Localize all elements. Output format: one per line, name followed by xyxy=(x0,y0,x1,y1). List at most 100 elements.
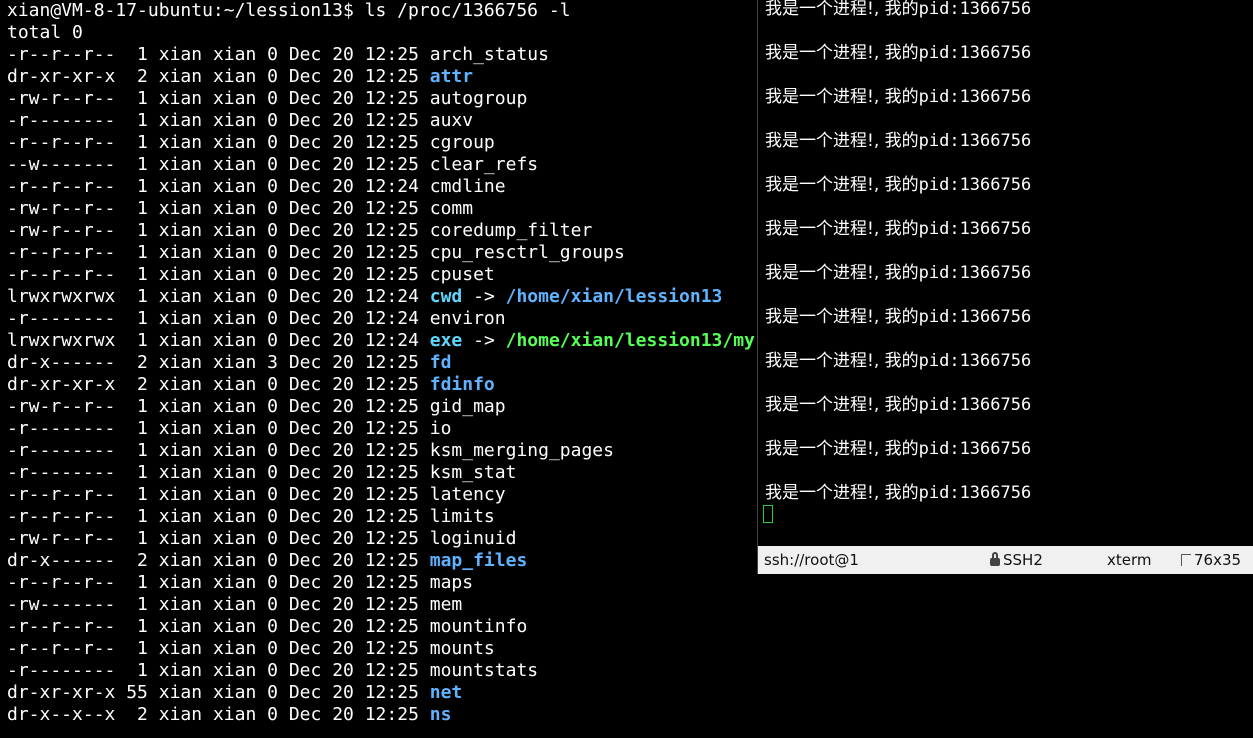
entry-name: cgroup xyxy=(429,132,495,153)
protocol-indicator: SSH2 xyxy=(990,546,1070,574)
owner: xian xyxy=(158,286,203,307)
listing-row: -r-------- 1 xian xian 0 Dec 20 12:25 au… xyxy=(7,110,473,132)
terminal-size-label: 76x35 xyxy=(1194,551,1242,569)
link-count: 2 xyxy=(126,704,148,725)
permissions: dr-xr-xr-x xyxy=(7,66,116,87)
size: 0 xyxy=(267,638,278,659)
entry-name: fd xyxy=(429,352,452,373)
link-count: 1 xyxy=(126,440,148,461)
permissions: lrwxrwxrwx xyxy=(7,330,116,351)
listing-row: -rw------- 1 xian xian 0 Dec 20 12:25 me… xyxy=(7,594,462,616)
size: 0 xyxy=(267,396,278,417)
listing-row: -r-------- 1 xian xian 0 Dec 20 12:24 en… xyxy=(7,308,506,330)
permissions: -r-------- xyxy=(7,110,116,131)
owner: xian xyxy=(158,462,203,483)
date: Dec 20 xyxy=(288,220,354,241)
entry-name: arch_status xyxy=(429,44,549,65)
group: xian xyxy=(212,572,257,593)
size: 0 xyxy=(267,418,278,439)
output-text: 我是一个进程!, 我的 xyxy=(765,263,919,283)
permissions: -rw-r--r-- xyxy=(7,396,116,417)
lock-icon xyxy=(990,552,1000,566)
listing-row: -r--r--r-- 1 xian xian 0 Dec 20 12:25 ma… xyxy=(7,572,473,594)
size: 0 xyxy=(267,374,278,395)
listing-row: dr-x------ 2 xian xian 0 Dec 20 12:25 ma… xyxy=(7,550,527,572)
group: xian xyxy=(212,704,257,725)
owner: xian xyxy=(158,264,203,285)
link-target: /home/xian/lession13/my xyxy=(505,330,755,351)
permissions: dr-xr-xr-x xyxy=(7,374,116,395)
permissions: -rw-r--r-- xyxy=(7,220,116,241)
owner: xian xyxy=(158,66,203,87)
listing-row: -r--r--r-- 1 xian xian 0 Dec 20 12:25 la… xyxy=(7,484,506,506)
entry-name: loginuid xyxy=(429,528,517,549)
listing-row: -r--r--r-- 1 xian xian 0 Dec 20 12:25 ar… xyxy=(7,44,549,66)
permissions: dr-x--x--x xyxy=(7,704,116,725)
owner: xian xyxy=(158,198,203,219)
size: 0 xyxy=(267,594,278,615)
output-text: 我是一个进程!, 我的 xyxy=(765,395,919,415)
output-text: 我是一个进程!, 我的 xyxy=(765,483,919,503)
owner: xian xyxy=(158,88,203,109)
time: 12:25 xyxy=(364,154,419,175)
group: xian xyxy=(212,396,257,417)
size: 0 xyxy=(267,484,278,505)
permissions: -r--r--r-- xyxy=(7,638,116,659)
output-text: 我是一个进程!, 我的 xyxy=(765,307,919,327)
size: 0 xyxy=(267,88,278,109)
link-count: 1 xyxy=(126,396,148,417)
time: 12:25 xyxy=(364,616,419,637)
date: Dec 20 xyxy=(288,616,354,637)
right-terminal[interactable]: 我是一个进程!, 我的pid:1366756 我是一个进程!, 我的pid:136… xyxy=(757,0,1253,574)
group: xian xyxy=(212,66,257,87)
group: xian xyxy=(212,484,257,505)
output-text: 我是一个进程!, 我的 xyxy=(765,0,919,19)
terminal-size-indicator: 76x35 xyxy=(1181,546,1251,574)
output-text: 我是一个进程!, 我的 xyxy=(765,175,919,195)
size: 0 xyxy=(267,440,278,461)
output-pid: pid:1366756 xyxy=(918,87,1032,107)
entry-name: comm xyxy=(429,198,474,219)
permissions: -r--r--r-- xyxy=(7,44,116,65)
link-count: 1 xyxy=(126,110,148,131)
link-count: 1 xyxy=(126,286,148,307)
group: xian xyxy=(212,198,257,219)
entry-name: latency xyxy=(429,484,506,505)
permissions: -r--r--r-- xyxy=(7,572,116,593)
date: Dec 20 xyxy=(288,396,354,417)
owner: xian xyxy=(158,704,203,725)
link-count: 1 xyxy=(126,220,148,241)
output-pid: pid:1366756 xyxy=(918,131,1032,151)
link-count: 1 xyxy=(126,176,148,197)
output-pid: pid:1366756 xyxy=(918,43,1032,63)
entry-name: autogroup xyxy=(429,88,528,109)
owner: xian xyxy=(158,638,203,659)
date: Dec 20 xyxy=(288,44,354,65)
link-count: 1 xyxy=(126,594,148,615)
date: Dec 20 xyxy=(288,506,354,527)
entry-name: coredump_filter xyxy=(429,220,593,241)
listing-row: lrwxrwxrwx 1 xian xian 0 Dec 20 12:24 cw… xyxy=(7,286,722,308)
link-target: /home/xian/lession13 xyxy=(505,286,723,307)
listing-row: dr-xr-xr-x 55 xian xian 0 Dec 20 12:25 n… xyxy=(7,682,462,704)
time: 12:25 xyxy=(364,66,419,87)
date: Dec 20 xyxy=(288,352,354,373)
permissions: -r--r--r-- xyxy=(7,616,116,637)
permissions: dr-xr-xr-x xyxy=(7,682,116,703)
group: xian xyxy=(212,264,257,285)
time: 12:24 xyxy=(364,176,419,197)
size: 0 xyxy=(267,220,278,241)
owner: xian xyxy=(158,44,203,65)
size: 0 xyxy=(267,198,278,219)
group: xian xyxy=(212,418,257,439)
size: 0 xyxy=(267,572,278,593)
size: 0 xyxy=(267,506,278,527)
date: Dec 20 xyxy=(288,176,354,197)
owner: xian xyxy=(158,220,203,241)
time: 12:25 xyxy=(364,110,419,131)
link-count: 1 xyxy=(126,242,148,263)
connection-label: ssh://root@1 xyxy=(764,551,859,569)
size: 0 xyxy=(267,66,278,87)
link-arrow: -> xyxy=(462,286,506,307)
output-line: 我是一个进程!, 我的pid:1366756 xyxy=(765,218,1031,240)
